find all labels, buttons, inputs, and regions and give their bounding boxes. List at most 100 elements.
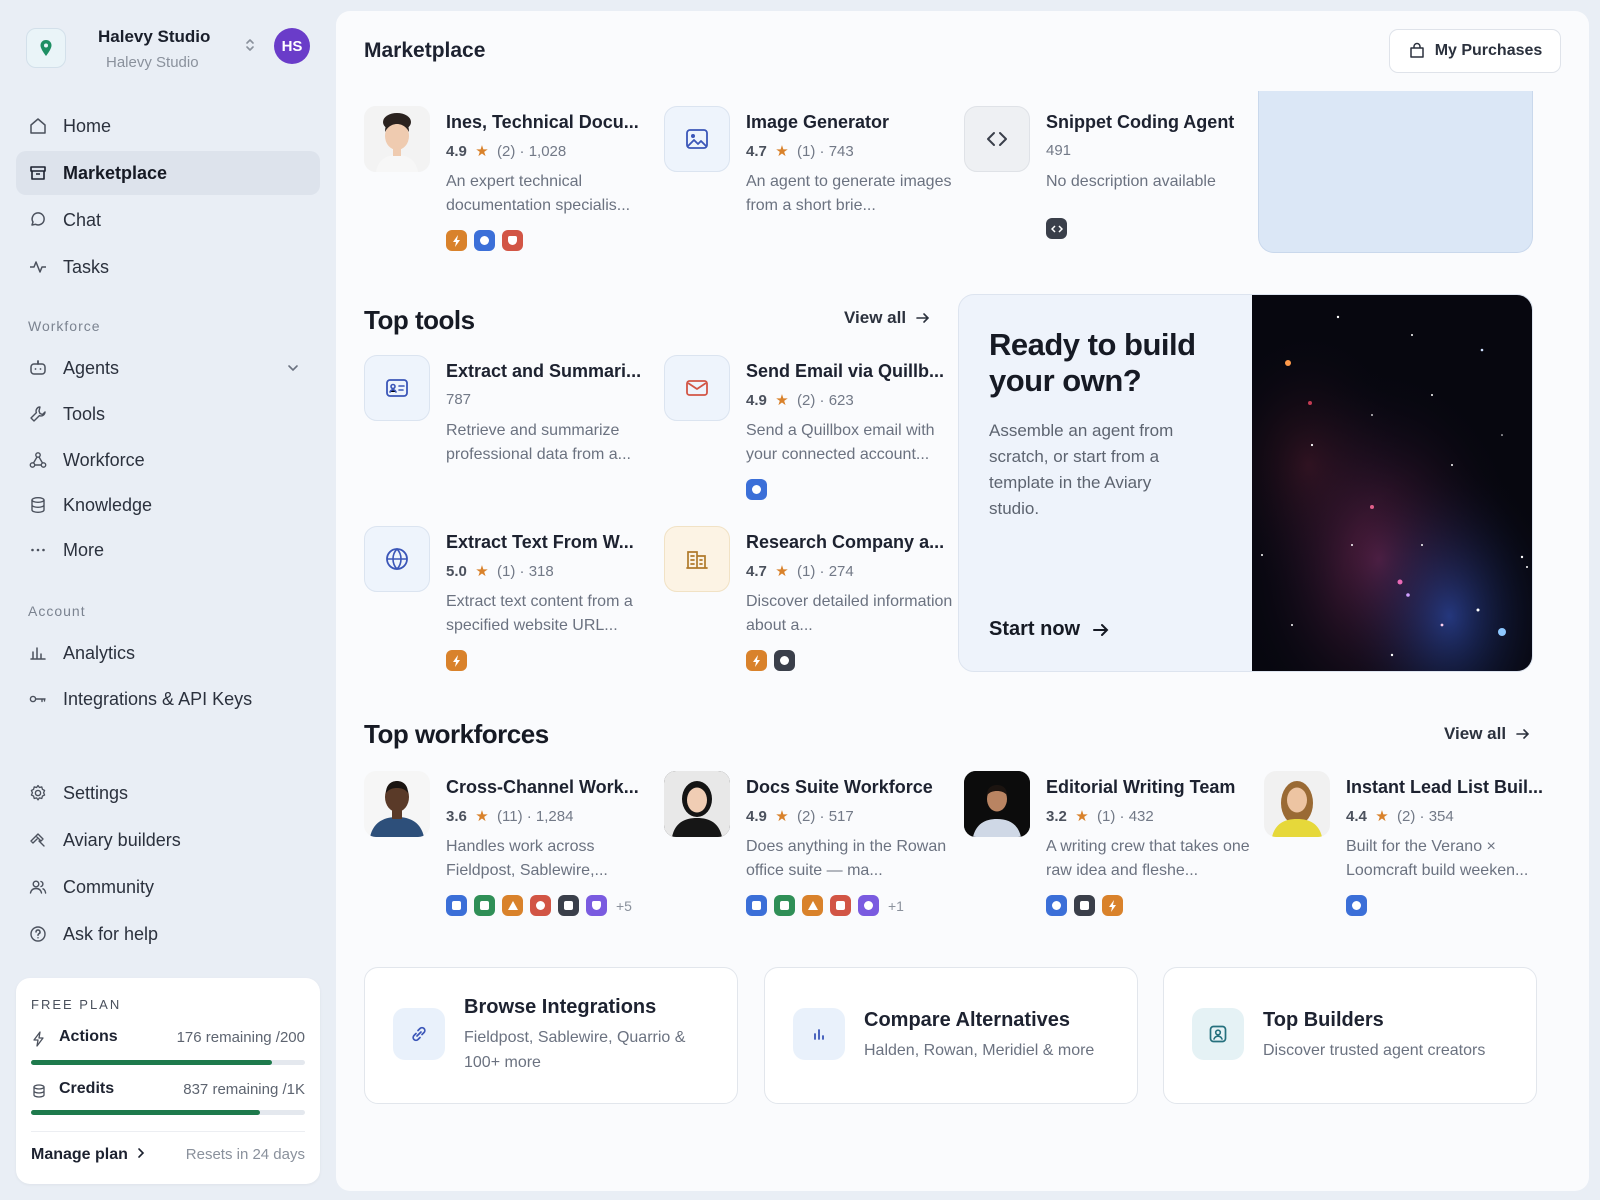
agent-icon-box xyxy=(664,106,730,172)
workspace-name: Halevy Studio xyxy=(98,27,211,46)
tool-card[interactable]: Extract and Summari... 787 Retrieve and … xyxy=(364,355,654,505)
bottom-card-title: Compare Alternatives xyxy=(864,1009,1070,1031)
square-badge-icon xyxy=(830,895,851,916)
workforce-card[interactable]: Cross-Channel Work... 3.6 ★ (11) · 1,284… xyxy=(364,771,654,921)
gear-icon xyxy=(30,784,46,801)
plan-resets: Resets in 24 days xyxy=(185,1146,305,1163)
workforce-description: A writing crew that takes one raw idea a… xyxy=(1046,838,1250,879)
chevron-up-down-icon[interactable] xyxy=(244,36,256,54)
rating: 3.2 xyxy=(1046,808,1067,825)
agent-meta: 4.9 ★ (2) · 1,028 xyxy=(446,143,567,160)
nav-chat[interactable]: Chat xyxy=(16,198,320,242)
tool-card[interactable]: Send Email via Quillb... 4.9 ★ (2) · 623… xyxy=(664,355,954,505)
agent-title: Snippet Coding Agent xyxy=(1046,112,1235,132)
tool-card[interactable]: Extract Text From W... 5.0 ★ (1) · 318 E… xyxy=(364,526,654,676)
nav-more-label: More xyxy=(63,539,105,560)
nav-community[interactable]: Community xyxy=(16,865,320,909)
tool-icon-box xyxy=(664,355,730,421)
nav-workforce[interactable]: Workforce xyxy=(16,438,320,482)
workforce-title: Instant Lead List Buil... xyxy=(1346,777,1544,797)
tool-card[interactable]: Research Company a... 4.7 ★ (1) · 274 Di… xyxy=(664,526,954,676)
workforce-avatar xyxy=(364,771,430,837)
nav-tasks-label: Tasks xyxy=(63,256,110,277)
avatar[interactable]: HS xyxy=(274,28,310,64)
nav-settings[interactable]: Settings xyxy=(16,771,320,815)
integration-badges xyxy=(746,650,795,671)
triangle-badge-icon xyxy=(802,895,823,916)
nav-marketplace[interactable]: Marketplace xyxy=(16,151,320,195)
star-icon: ★ xyxy=(775,808,789,825)
circle-badge-icon xyxy=(1346,895,1367,916)
top-tools-view-all[interactable]: View all xyxy=(844,308,931,328)
star-icon: ★ xyxy=(1375,808,1389,825)
sidebar: Halevy Studio Halevy Studio HS Home Mark… xyxy=(0,0,336,1200)
nav-ask-for-help[interactable]: Ask for help xyxy=(16,912,320,956)
star-icon: ★ xyxy=(775,143,789,160)
start-now-button[interactable]: Start now xyxy=(989,618,1110,641)
nav-home[interactable]: Home xyxy=(16,104,320,148)
nav-analytics[interactable]: Analytics xyxy=(16,631,320,675)
rating: 4.9 xyxy=(746,392,767,409)
tool-description: Retrieve and summarize professional data… xyxy=(446,422,631,463)
ellipsis-icon xyxy=(31,548,45,552)
workspace-switcher[interactable]: Halevy Studio Halevy Studio HS xyxy=(16,22,320,78)
top-workforces-view-all[interactable]: View all xyxy=(1444,724,1531,744)
usage-count: 318 xyxy=(528,563,554,580)
nav-knowledge[interactable]: Knowledge xyxy=(16,483,320,527)
agent-card[interactable]: Image Generator 4.7 ★ (1) · 743 An agent… xyxy=(664,106,954,256)
code-icon xyxy=(987,132,1007,146)
manage-plan-link[interactable]: Manage plan xyxy=(31,1146,146,1164)
tool-icon-box xyxy=(364,355,430,421)
agent-card[interactable]: Snippet Coding Agent 491 No description … xyxy=(964,106,1254,256)
browse-integrations-card[interactable]: Browse Integrations Fieldpost, Sablewire… xyxy=(364,967,738,1104)
chevron-down-icon[interactable] xyxy=(286,361,300,375)
more-badges-count: +1 xyxy=(888,897,904,914)
network-icon xyxy=(29,452,47,468)
credits-progress-fill xyxy=(31,1110,261,1115)
nav-marketplace-label: Marketplace xyxy=(63,162,168,183)
tool-description: Send a Quillbox email with your connecte… xyxy=(746,422,935,463)
credits-label: Credits xyxy=(59,1080,115,1097)
agent-card[interactable]: Ines, Technical Docu... 4.9 ★ (2) · 1,02… xyxy=(364,106,654,256)
tool-title: Extract and Summari... xyxy=(446,361,642,381)
credits-remaining: 837 remaining /1K xyxy=(183,1081,305,1098)
nav-aviary-builders-label: Aviary builders xyxy=(63,829,181,850)
my-purchases-button[interactable]: My Purchases xyxy=(1389,29,1561,73)
compare-alternatives-card[interactable]: Compare Alternatives Halden, Rowan, Meri… xyxy=(764,967,1138,1104)
agent-title: Ines, Technical Docu... xyxy=(446,112,639,132)
circle-badge-icon xyxy=(746,479,767,500)
nav-tasks[interactable]: Tasks xyxy=(16,245,320,289)
integration-badges: +5 xyxy=(446,895,632,916)
workforce-card[interactable]: Editorial Writing Team 3.2 ★ (1) · 432 A… xyxy=(964,771,1254,921)
bottom-card-subtitle: Discover trusted agent creators xyxy=(1263,1042,1486,1059)
review-count: (11) xyxy=(497,808,523,825)
agent-meta: 4.7 ★ (1) · 743 xyxy=(746,143,854,160)
top-builders-card[interactable]: Top Builders Discover trusted agent crea… xyxy=(1163,967,1537,1104)
person-portrait-icon xyxy=(964,771,1030,837)
workforce-card[interactable]: Instant Lead List Buil... 4.4 ★ (2) · 35… xyxy=(1264,771,1554,921)
code-badge-icon xyxy=(1046,218,1067,239)
tool-title: Extract Text From W... xyxy=(446,532,634,552)
review-count: (2) xyxy=(797,392,816,409)
usage-count: 1,028 xyxy=(528,143,567,160)
nav-agents[interactable]: Agents xyxy=(16,346,320,390)
hammer-icon xyxy=(30,833,45,847)
nav-more[interactable]: More xyxy=(16,528,320,572)
nav-integrations[interactable]: Integrations & API Keys xyxy=(16,677,320,721)
square-badge-icon xyxy=(1074,895,1095,916)
bottom-card-subtitle: Fieldpost, Sablewire, Quarrio & 100+ mor… xyxy=(464,1029,686,1071)
rating: 4.9 xyxy=(746,808,767,825)
workspace-logo xyxy=(26,28,66,68)
building-icon xyxy=(686,551,708,569)
tool-title: Research Company a... xyxy=(746,532,945,552)
usage-count: 623 xyxy=(828,392,854,409)
nav-home-label: Home xyxy=(63,115,112,136)
nav-aviary-builders[interactable]: Aviary builders xyxy=(16,818,320,862)
workforce-description: Does anything in the Rowan office suite … xyxy=(746,838,947,879)
workforce-card[interactable]: Docs Suite Workforce 4.9 ★ (2) · 517 Doe… xyxy=(664,771,954,921)
start-now-label: Start now xyxy=(989,618,1081,640)
nav-tools[interactable]: Tools xyxy=(16,392,320,436)
usage-count: 354 xyxy=(1428,808,1454,825)
nav-agents-label: Agents xyxy=(63,357,120,378)
help-icon xyxy=(30,926,46,942)
